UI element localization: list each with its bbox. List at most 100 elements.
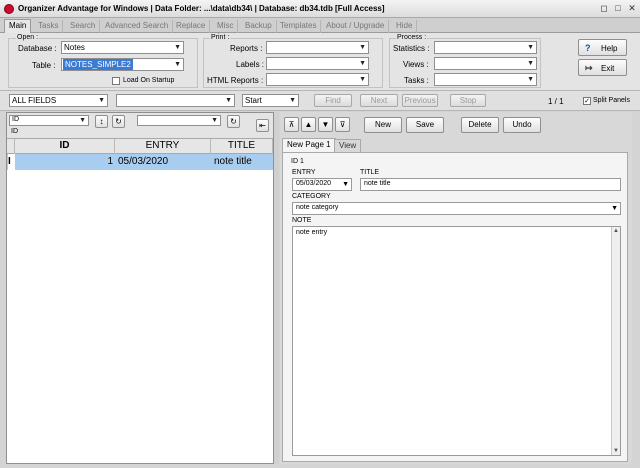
grid-refresh-icon[interactable]: ↻ xyxy=(227,115,240,128)
sort-field-select[interactable]: ID ▼ xyxy=(9,115,89,126)
app-icon xyxy=(4,4,14,14)
next-record-icon[interactable]: ▼ xyxy=(318,117,333,132)
reports-label: Reports : xyxy=(230,44,263,53)
refresh-icon[interactable]: ↻ xyxy=(112,115,125,128)
previous-record-icon[interactable]: ▲ xyxy=(301,117,316,132)
entry-date-field[interactable]: 05/03/2020 ▼ xyxy=(292,178,352,191)
table-select[interactable]: NOTES_SIMPLE2 ▼ xyxy=(61,58,184,71)
reports-select[interactable]: ▼ xyxy=(266,41,369,54)
id-label: ID 1 xyxy=(291,158,304,165)
chevron-down-icon: ▼ xyxy=(359,60,366,67)
new-button[interactable]: New xyxy=(364,117,402,133)
column-header-title[interactable]: TITLE xyxy=(211,139,273,154)
help-button-label: Help xyxy=(601,44,618,53)
exit-icon: ↦ xyxy=(585,63,593,73)
split-panels-label: Split Panels xyxy=(593,97,630,104)
tab-tasks[interactable]: Tasks xyxy=(34,20,64,33)
process-group-title: Process : xyxy=(396,34,428,41)
tasks-label: Tasks : xyxy=(404,76,429,85)
chevron-down-icon: ▼ xyxy=(359,76,366,83)
scroll-up-icon[interactable]: ▲ xyxy=(612,227,620,235)
tab-about-upgrade[interactable]: About / Upgrade xyxy=(322,20,390,33)
close-icon[interactable]: ✕ xyxy=(626,3,638,15)
search-field-select[interactable]: ALL FIELDS ▼ xyxy=(9,94,108,107)
statistics-select[interactable]: ▼ xyxy=(434,41,537,54)
window-title: Organizer Advantage for Windows | Data F… xyxy=(18,4,385,13)
tab-view[interactable]: View xyxy=(334,139,362,152)
stop-button[interactable]: Stop xyxy=(450,94,486,107)
help-icon: ? xyxy=(585,43,591,53)
tasks-select[interactable]: ▼ xyxy=(434,73,537,86)
previous-button[interactable]: Previous xyxy=(402,94,438,107)
category-select[interactable]: note category ▼ xyxy=(292,202,621,215)
tab-templates[interactable]: Templates xyxy=(276,20,322,33)
table-value: NOTES_SIMPLE2 xyxy=(63,59,133,70)
sort-field-sub: ID xyxy=(11,128,18,135)
note-scrollbar[interactable]: ▲ ▼ xyxy=(611,227,620,455)
tab-advanced-search[interactable]: Advanced Search xyxy=(101,20,174,33)
column-header-entry[interactable]: ENTRY xyxy=(115,139,211,154)
find-button[interactable]: Find xyxy=(314,94,352,107)
html-reports-label: HTML Reports : xyxy=(207,76,264,85)
print-group-title: Print : xyxy=(210,34,231,41)
cell-id: 1 xyxy=(107,156,113,167)
database-value: Notes xyxy=(64,43,85,52)
title-bar: Organizer Advantage for Windows | Data F… xyxy=(0,0,640,18)
exit-button[interactable]: ↦ Exit xyxy=(578,59,627,76)
note-label: NOTE xyxy=(292,217,312,224)
tab-hide[interactable]: Hide xyxy=(392,20,418,33)
next-button[interactable]: Next xyxy=(360,94,398,107)
labels-select[interactable]: ▼ xyxy=(266,57,369,70)
statistics-label: Statistics : xyxy=(393,44,430,53)
save-button[interactable]: Save xyxy=(406,117,444,133)
load-on-startup-checkbox[interactable] xyxy=(112,77,120,85)
cell-entry: 05/03/2020 xyxy=(118,156,169,167)
note-textarea[interactable]: note entry ▲ ▼ xyxy=(292,226,621,456)
help-button[interactable]: ? Help xyxy=(578,39,627,56)
scroll-down-icon[interactable]: ▼ xyxy=(612,447,620,455)
row-marker-header xyxy=(7,139,15,154)
database-select[interactable]: Notes ▼ xyxy=(61,41,184,54)
chevron-down-icon: ▼ xyxy=(98,97,105,104)
chevron-down-icon: ▼ xyxy=(342,181,349,188)
category-label: CATEGORY xyxy=(292,193,331,200)
cell-title: note title xyxy=(214,156,252,167)
minimize-icon[interactable]: ◻ xyxy=(598,3,610,15)
tab-main[interactable]: Main xyxy=(4,19,32,33)
sort-field-value: ID xyxy=(12,116,19,123)
sort-order-icon[interactable]: ↕ xyxy=(95,115,108,128)
tab-backup[interactable]: Backup xyxy=(241,20,277,33)
chevron-down-icon: ▼ xyxy=(225,97,232,104)
collapse-panel-icon[interactable]: ⇤ xyxy=(256,119,269,132)
panel-splitter[interactable] xyxy=(274,112,279,464)
views-label: Views : xyxy=(403,60,429,69)
open-group-title: Open : xyxy=(16,34,40,41)
tab-misc[interactable]: Misc xyxy=(213,20,239,33)
database-label: Database : xyxy=(18,44,57,53)
search-text-input[interactable]: ▼ xyxy=(116,94,235,107)
chevron-down-icon: ▼ xyxy=(611,205,618,212)
undo-button[interactable]: Undo xyxy=(503,117,541,133)
first-record-icon[interactable]: ⊼ xyxy=(284,117,299,132)
views-select[interactable]: ▼ xyxy=(434,57,537,70)
chevron-down-icon: ▼ xyxy=(359,44,366,51)
grid-header: ID ENTRY TITLE xyxy=(7,139,273,154)
tab-new-page-1[interactable]: New Page 1 xyxy=(282,138,336,153)
table-row[interactable]: I 1 05/03/2020 note title xyxy=(7,154,273,170)
entry-label: ENTRY xyxy=(292,169,316,176)
delete-button[interactable]: Delete xyxy=(461,117,499,133)
chevron-down-icon: ▼ xyxy=(174,61,181,68)
title-label: TITLE xyxy=(360,169,380,176)
split-panels-checkbox[interactable]: ✓ xyxy=(583,97,591,105)
tab-search[interactable]: Search xyxy=(66,20,101,33)
grid-filter-select[interactable]: ▼ xyxy=(137,115,221,126)
html-reports-select[interactable]: ▼ xyxy=(266,73,369,86)
maximize-icon[interactable]: □ xyxy=(612,3,624,15)
record-form-panel: ⊼ ▲ ▼ ⊽ New Save Delete Undo New Page 1 … xyxy=(280,112,632,464)
last-record-icon[interactable]: ⊽ xyxy=(335,117,350,132)
tab-replace[interactable]: Replace xyxy=(172,20,211,33)
search-mode-select[interactable]: Start ▼ xyxy=(242,94,299,107)
search-field-value: ALL FIELDS xyxy=(12,96,57,105)
column-header-id[interactable]: ID xyxy=(15,139,115,154)
title-field[interactable]: note title xyxy=(360,178,621,191)
